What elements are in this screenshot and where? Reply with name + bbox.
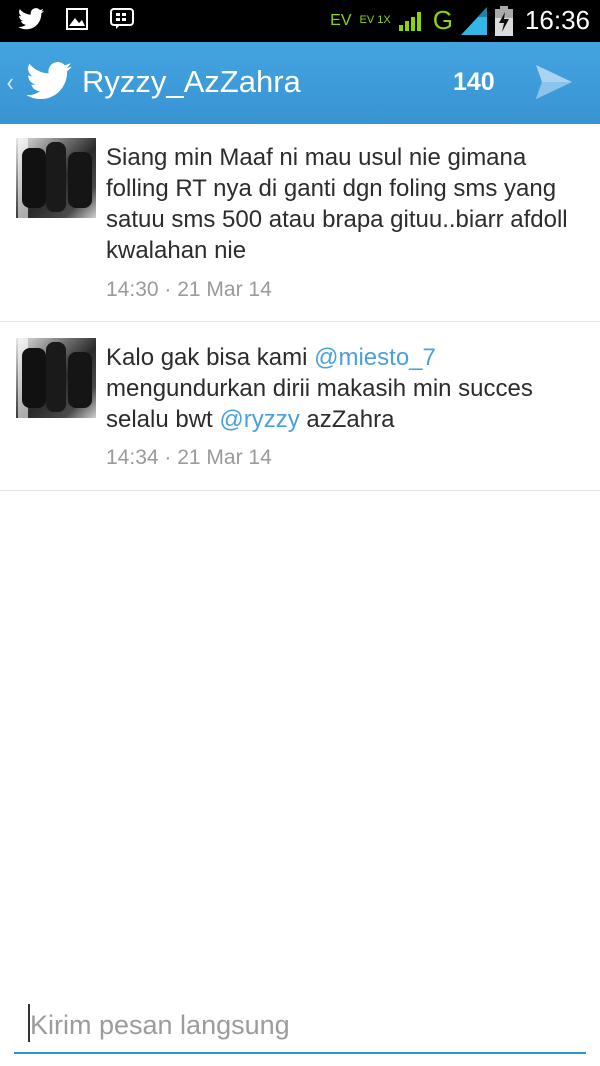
conversation-title: Ryzzy_AzZahra bbox=[82, 64, 301, 99]
bbm-icon bbox=[110, 8, 134, 29]
network-ev-label: EV bbox=[330, 11, 352, 29]
avatar[interactable] bbox=[16, 138, 96, 218]
network-g-label: G bbox=[432, 5, 453, 35]
network-ev1x-label: EV 1X bbox=[359, 14, 391, 26]
system-status: EV EV 1X G 16:36 bbox=[330, 5, 590, 36]
mention-link[interactable]: @ryzzy bbox=[219, 406, 299, 433]
send-icon[interactable] bbox=[534, 63, 574, 101]
character-count: 140 bbox=[453, 68, 495, 96]
action-bar: ‹ Ryzzy_AzZahra 140 bbox=[0, 42, 600, 124]
image-icon bbox=[66, 8, 88, 30]
clock: 16:36 bbox=[524, 5, 590, 35]
message-text: Kalo gak bisa kami @miesto_7 mengundurka… bbox=[106, 342, 586, 435]
mention-link[interactable]: @miesto_7 bbox=[314, 344, 436, 371]
compose-box[interactable] bbox=[14, 1000, 592, 1054]
message-text: Siang min Maaf ni mau usul nie gimana fo… bbox=[106, 144, 568, 264]
message-timestamp: 14:30 · 21 Mar 14 bbox=[106, 278, 272, 301]
direct-message-input[interactable] bbox=[28, 1000, 592, 1050]
message-timestamp: 14:34 · 21 Mar 14 bbox=[106, 446, 272, 469]
back-chevron-icon[interactable]: ‹ bbox=[6, 68, 14, 98]
text-cursor bbox=[28, 1004, 30, 1042]
message-item[interactable]: Kalo gak bisa kami @miesto_7 mengundurka… bbox=[0, 322, 600, 491]
notification-icons bbox=[18, 8, 134, 30]
signal-icon bbox=[460, 6, 487, 35]
message-item[interactable]: Siang min Maaf ni mau usul nie gimana fo… bbox=[0, 124, 600, 322]
battery-icon bbox=[494, 5, 513, 36]
message-text-part: azZahra bbox=[299, 406, 395, 433]
data-activity-icon bbox=[398, 11, 421, 31]
twitter-icon bbox=[18, 8, 44, 30]
message-text-part: Kalo gak bisa kami bbox=[106, 344, 315, 371]
status-bar: EV EV 1X G 16:36 bbox=[0, 0, 600, 42]
twitter-bird-icon[interactable] bbox=[26, 62, 72, 100]
avatar[interactable] bbox=[16, 338, 96, 418]
